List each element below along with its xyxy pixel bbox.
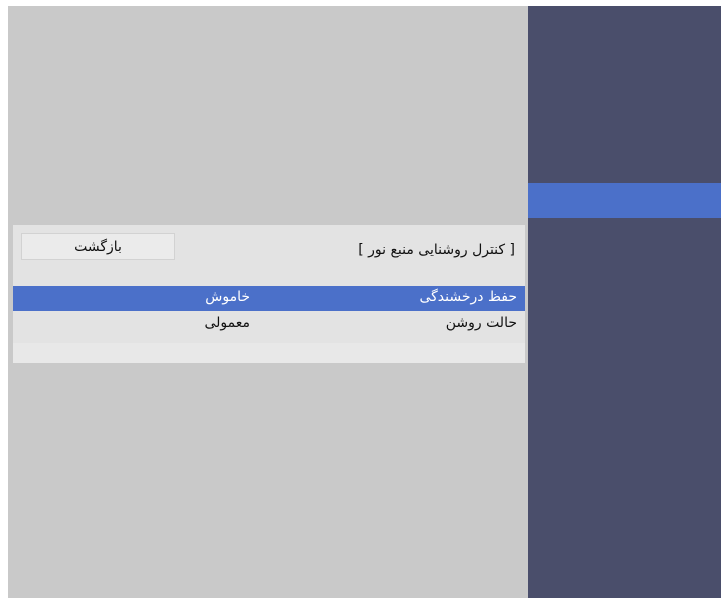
menu-title: [ کنترل روشنایی منبع نور ] [358, 242, 515, 258]
right-menu-highlight[interactable] [528, 183, 721, 218]
back-button[interactable]: بازگشت [21, 233, 175, 260]
right-menu-panel [528, 6, 721, 598]
menu-footer [13, 343, 525, 363]
menu-row-value: معمولی [204, 315, 250, 331]
menu-row-light-mode[interactable]: حالت روشن معمولی [13, 312, 525, 337]
menu-row-label: حالت روشن [445, 315, 517, 331]
menu-row-value: خاموش [205, 289, 250, 305]
menu-row-constant-brightness[interactable]: حفظ درخشندگی خاموش [13, 286, 525, 311]
light-source-brightness-menu: بازگشت [ کنترل روشنایی منبع نور ] حفظ در… [13, 225, 525, 363]
projector-screen: بازگشت [ کنترل روشنایی منبع نور ] حفظ در… [8, 6, 721, 598]
menu-row-label: حفظ درخشندگی [419, 289, 517, 305]
